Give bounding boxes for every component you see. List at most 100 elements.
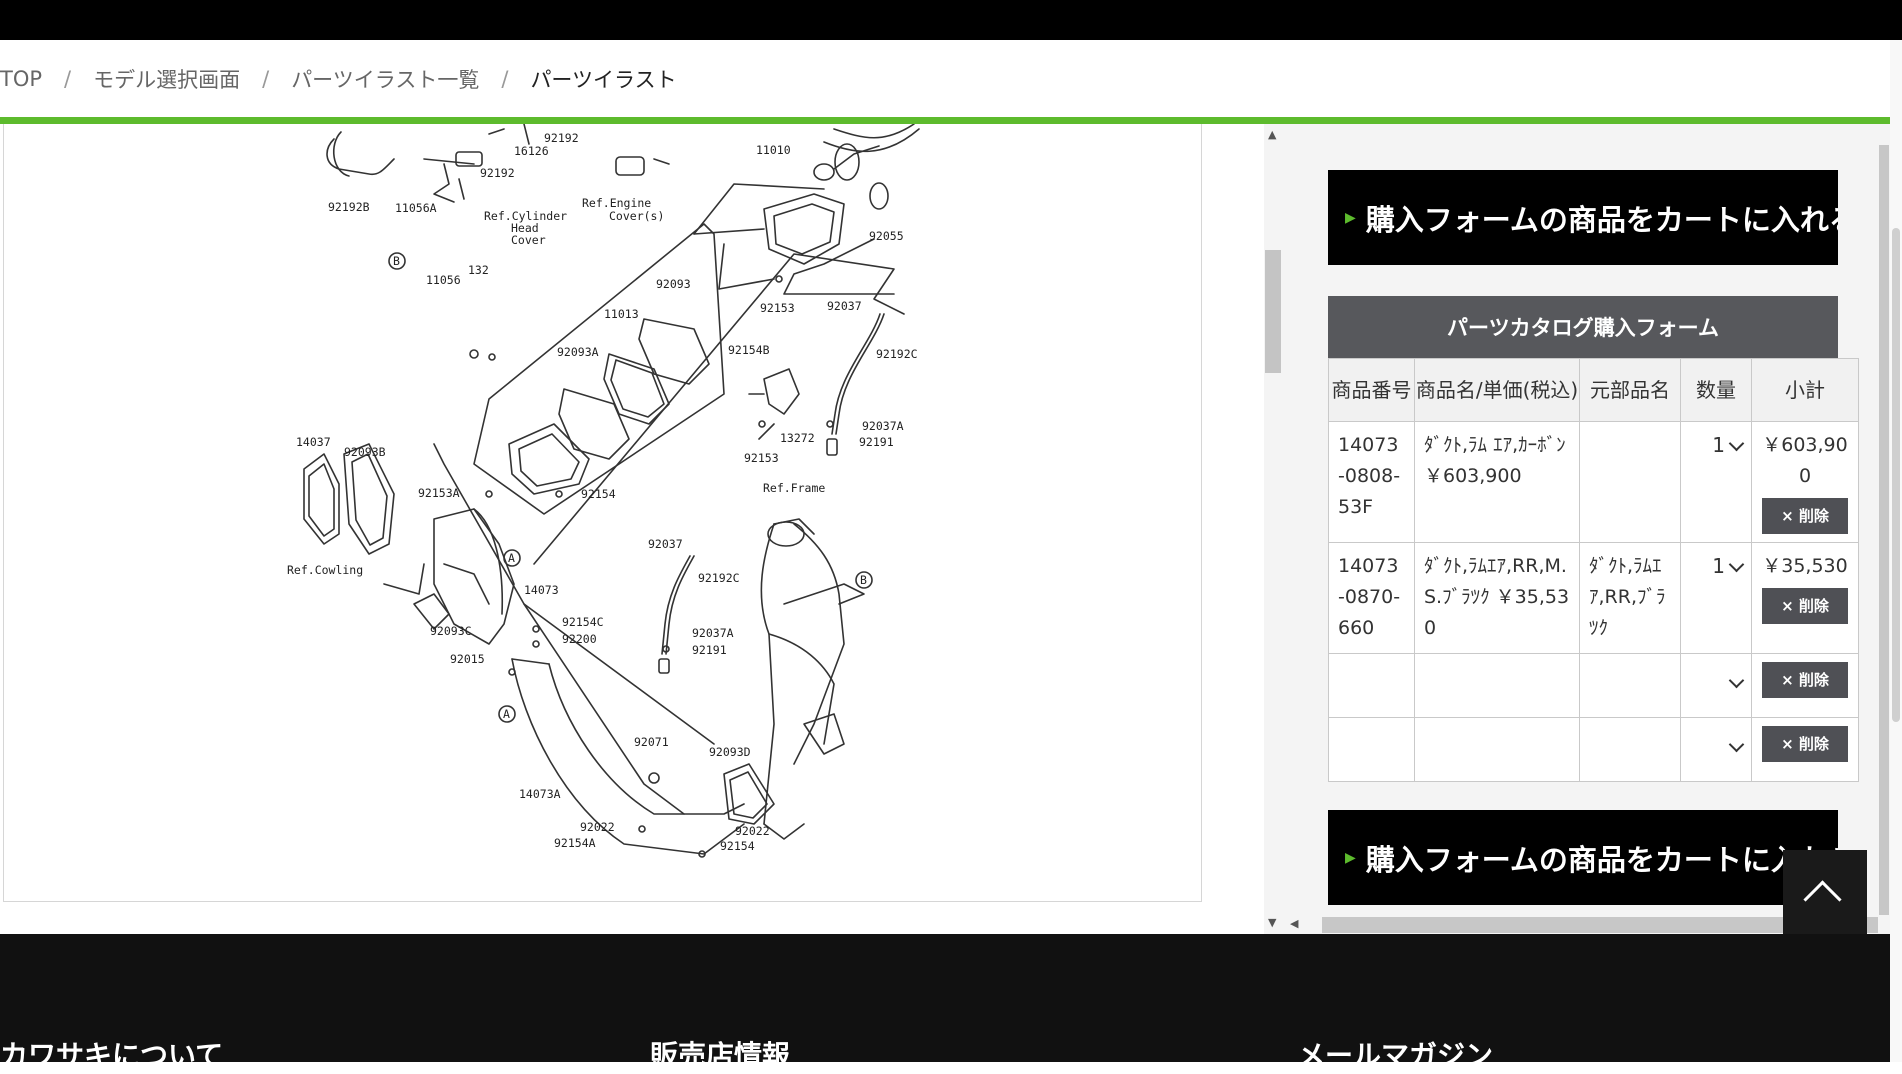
illus-label: 92071 — [634, 735, 669, 749]
footer-about[interactable]: カワサキについて — [0, 1034, 223, 1074]
name-price-cell — [1414, 717, 1580, 782]
illus-label: 92022 — [735, 824, 770, 838]
part-no-cell: 14073-0808-53F — [1328, 421, 1415, 543]
breadcrumb-top[interactable]: TOP — [0, 67, 42, 91]
parts-illustration: 92192 16126 92192 92192B 11056A Ref.Cyli… — [287, 124, 920, 858]
illus-label: 14073 — [524, 583, 559, 597]
illus-label: 92154 — [720, 839, 755, 853]
orig-name-cell — [1579, 653, 1681, 718]
name-price-cell: ﾀﾞｸﾄ,ﾗﾑ ｴｱ,ｶｰﾎﾞﾝ￥603,900 — [1414, 421, 1580, 543]
part-no-cell — [1328, 653, 1415, 718]
breadcrumb-separator: / — [64, 66, 72, 91]
illus-label: Cover(s) — [609, 209, 664, 223]
illus-label: Ref.Engine — [582, 196, 651, 210]
table-row: × 削除 — [1328, 653, 1859, 718]
chevron-down-icon — [1728, 672, 1745, 689]
qty-select[interactable]: 1 — [1712, 430, 1745, 461]
illus-label: 11056 — [426, 273, 461, 287]
table-row: 14073-0808-53F ﾀﾞｸﾄ,ﾗﾑ ｴｱ,ｶｰﾎﾞﾝ￥603,900 … — [1328, 421, 1859, 543]
breadcrumb: TOP / モデル選択画面 / パーツイラスト一覧 / パーツイラスト — [0, 40, 1890, 117]
illus-label: 92200 — [562, 632, 597, 646]
name-price-cell: ﾀﾞｸﾄ,ﾗﾑｴｱ,RR,M.S.ﾌﾞﾗﾂｸ ￥35,530 — [1414, 542, 1580, 654]
illus-label: 92191 — [859, 435, 894, 449]
add-to-cart-button-bottom[interactable]: ▶ 購入フォームの商品をカートに入れる — [1328, 810, 1838, 905]
qty-cell — [1680, 717, 1752, 782]
illus-label: Ref.Frame — [763, 481, 825, 495]
footer-mail-magazine[interactable]: メールマガジン — [1297, 1034, 1493, 1074]
name-price-cell — [1414, 653, 1580, 718]
purchase-form-title: パーツカタログ購入フォーム — [1328, 296, 1838, 358]
qty-select[interactable] — [1725, 736, 1745, 753]
breadcrumb-model-select[interactable]: モデル選択画面 — [93, 64, 240, 94]
illus-label: 92154B — [728, 343, 770, 357]
scroll-up-arrow-icon[interactable]: ▲ — [1268, 128, 1276, 141]
illus-label: 92093C — [430, 624, 472, 638]
col-header-subtotal: 小計 — [1751, 358, 1859, 422]
illus-label: 92191 — [692, 643, 727, 657]
triangle-right-icon: ▶ — [1345, 209, 1356, 226]
qty-value: 1 — [1712, 433, 1725, 457]
chevron-down-icon — [1728, 736, 1745, 753]
delete-button[interactable]: × 削除 — [1762, 498, 1848, 534]
illus-label: A — [503, 707, 510, 721]
illus-label: 11056A — [395, 201, 437, 215]
add-to-cart-label: 購入フォームの商品をカートに入れる — [1365, 202, 1838, 237]
subtotal-cell: × 削除 — [1751, 717, 1859, 782]
qty-cell — [1680, 653, 1752, 718]
illus-label: 92037A — [692, 626, 734, 640]
scroll-left-arrow-icon[interactable]: ◀ — [1290, 917, 1298, 930]
qty-cell: 1 — [1680, 542, 1752, 654]
table-row: 14073-0870-660 ﾀﾞｸﾄ,ﾗﾑｴｱ,RR,M.S.ﾌﾞﾗﾂｸ ￥3… — [1328, 542, 1859, 654]
illus-label: 92093 — [656, 277, 691, 291]
chevron-up-icon — [1803, 880, 1842, 919]
chevron-down-icon — [1728, 556, 1745, 572]
page-scrollbar-thumb[interactable] — [1892, 228, 1900, 722]
parts-illustration-panel: 92192 16126 92192 92192B 11056A Ref.Cyli… — [3, 124, 1202, 902]
col-header-part-no: 商品番号 — [1328, 358, 1415, 422]
delete-button[interactable]: × 削除 — [1762, 588, 1848, 624]
subtotal-cell: ￥603,900 × 削除 — [1751, 421, 1859, 543]
illus-label: 92093A — [557, 345, 599, 359]
delete-button[interactable]: × 削除 — [1762, 726, 1848, 762]
part-no-cell: 14073-0870-660 — [1328, 542, 1415, 654]
subtotal-cell: ￥35,530 × 削除 — [1751, 542, 1859, 654]
table-row: × 削除 — [1328, 717, 1859, 782]
illus-label: 132 — [468, 263, 489, 277]
add-to-cart-button-top[interactable]: ▶ 購入フォームの商品をカートに入れる — [1328, 170, 1838, 265]
chevron-down-icon — [1728, 435, 1745, 451]
illus-label: 92037A — [862, 419, 904, 433]
sidebar-vertical-scrollbar-thumb[interactable] — [1879, 145, 1889, 915]
subtotal-value: ￥35,530 — [1762, 555, 1848, 577]
illus-label: 92015 — [450, 652, 485, 666]
orig-name-cell — [1579, 717, 1681, 782]
part-no-cell — [1328, 717, 1415, 782]
illus-label: 92192C — [876, 347, 918, 361]
qty-select[interactable]: 1 — [1712, 551, 1745, 582]
illus-label: 92022 — [580, 820, 615, 834]
scroll-down-arrow-icon[interactable]: ▼ — [1268, 916, 1276, 929]
illus-label: 92153A — [418, 486, 460, 500]
breadcrumb-separator: / — [262, 66, 270, 91]
divider-scrollbar-thumb[interactable] — [1265, 250, 1281, 373]
delete-button[interactable]: × 削除 — [1762, 662, 1848, 698]
illus-label: A — [508, 551, 515, 565]
footer-dealers[interactable]: 販売店情報 — [650, 1034, 790, 1074]
illus-label: Cover — [511, 233, 546, 247]
qty-cell: 1 — [1680, 421, 1752, 543]
illus-label: 14073A — [519, 787, 561, 801]
illus-label: 92153 — [744, 451, 779, 465]
illus-label: B — [393, 254, 400, 268]
orig-name-cell: ﾀﾞｸﾄ,ﾗﾑｴｱ,RR,ﾌﾞﾗﾂｸ — [1579, 542, 1681, 654]
illus-label: 92153 — [760, 301, 795, 315]
illus-label: 92192 — [480, 166, 515, 180]
back-to-top-button[interactable] — [1783, 850, 1867, 934]
qty-select[interactable] — [1725, 672, 1745, 689]
orig-name-cell — [1579, 421, 1681, 543]
green-divider — [0, 117, 1890, 124]
purchase-form-table: 商品番号 商品名/単価(税込) 元部品名 数量 小計 14073-0808-53… — [1328, 358, 1859, 782]
breadcrumb-current: パーツイラスト — [530, 67, 677, 92]
qty-value: 1 — [1712, 554, 1725, 578]
illus-label: 92093D — [709, 745, 751, 759]
divider-scrollbar[interactable] — [1264, 124, 1282, 934]
breadcrumb-parts-list[interactable]: パーツイラスト一覧 — [291, 64, 479, 94]
